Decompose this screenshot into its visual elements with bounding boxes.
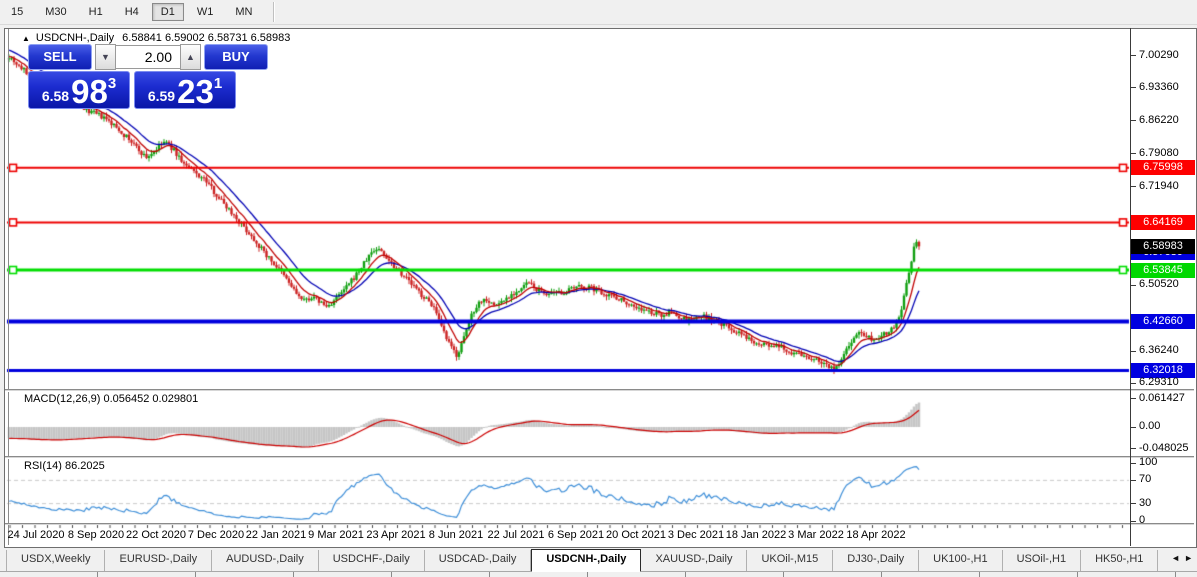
- price-tick-label: 6.50520: [1139, 278, 1179, 290]
- rsi-tick-dash: [1131, 463, 1136, 464]
- tab-scroll-left-icon[interactable]: ◄: [1171, 553, 1180, 563]
- bid-price-prefix: 6.58: [42, 88, 69, 104]
- price-tick-label: 6.29310: [1139, 376, 1179, 388]
- date-axis-label: 8 Jun 2021: [429, 529, 483, 541]
- rsi-tick-label: 100: [1139, 456, 1157, 468]
- date-axis-label: 24 Jul 2020: [8, 529, 65, 541]
- volume-input[interactable]: [116, 45, 180, 69]
- ask-price-pip: 1: [214, 75, 222, 92]
- date-axis-label: 18 Jan 2022: [726, 529, 787, 541]
- date-axis-label: 8 Sep 2020: [68, 529, 124, 541]
- price-tag-6.64169: 6.64169: [1131, 215, 1195, 230]
- tab-scroll-right-icon[interactable]: ►: [1184, 553, 1193, 563]
- chart-ohlc-values: 6.58841 6.59002 6.58731 6.58983: [122, 32, 290, 44]
- price-tick-dash: [1131, 186, 1136, 187]
- chart-tab-usdx[interactable]: USDX,Weekly: [6, 550, 105, 571]
- chart-tab-hk50-[interactable]: HK50-,H1: [1081, 550, 1158, 571]
- date-axis-label: 22 Jul 2021: [488, 529, 545, 541]
- price-tick-label: 6.71940: [1139, 180, 1179, 192]
- rsi-tick-dash: [1131, 521, 1136, 522]
- chart-tab-usdcad-[interactable]: USDCAD-,Daily: [425, 550, 532, 571]
- chart-header: ▲ USDCNH-,Daily 6.58841 6.59002 6.58731 6.…: [22, 32, 290, 44]
- date-axis-label: 3 Dec 2021: [668, 529, 724, 541]
- price-tick-label: 6.86220: [1139, 114, 1179, 126]
- price-tick-label: 6.79080: [1139, 147, 1179, 159]
- macd-tick-dash: [1131, 398, 1136, 399]
- price-tick-dash: [1131, 285, 1136, 286]
- rsi-tick-dash: [1131, 480, 1136, 481]
- price-tick-dash: [1131, 383, 1136, 384]
- chart-window-inner-border: [8, 29, 9, 545]
- macd-tick-dash: [1131, 448, 1136, 449]
- price-tick-label: 6.36240: [1139, 344, 1179, 356]
- macd-panel-separator[interactable]: [5, 389, 1194, 392]
- chart-tab-xauusd-[interactable]: XAUUSD-,Daily: [641, 550, 747, 571]
- volume-increase-button[interactable]: ▲: [180, 44, 201, 70]
- macd-tick-label: 0.061427: [1139, 392, 1185, 404]
- date-axis-separator: [5, 523, 1194, 525]
- date-axis-label: 3 Mar 2022: [788, 529, 844, 541]
- chart-tab-ukoil-[interactable]: UKOil-,M15: [747, 550, 833, 571]
- date-axis-label: 22 Jan 2021: [246, 529, 307, 541]
- chart-tab-audusd-[interactable]: AUDUSD-,Daily: [212, 550, 319, 571]
- ask-price-big: 23: [177, 77, 214, 107]
- price-tag-6.53845: 6.53845: [1131, 263, 1195, 278]
- price-tick-label: 7.00290: [1139, 49, 1179, 61]
- price-tick-dash: [1131, 120, 1136, 121]
- buy-button[interactable]: BUY: [204, 44, 268, 70]
- date-axis-label: 18 Apr 2022: [846, 529, 905, 541]
- price-tick-dash: [1131, 87, 1136, 88]
- mt4-platform: { "toolbar": { "items": ["15","M30","H1"…: [0, 0, 1197, 576]
- date-axis-label: 20 Oct 2021: [606, 529, 666, 541]
- chart-tab-usdchf-[interactable]: USDCHF-,Daily: [319, 550, 425, 571]
- bid-price-button[interactable]: 6.58983: [28, 71, 130, 109]
- chart-tab-usdcnh-[interactable]: USDCNH-,Daily: [531, 549, 641, 572]
- date-axis-label: 23 Apr 2021: [366, 529, 425, 541]
- date-axis-label: 9 Mar 2021: [308, 529, 364, 541]
- rsi-tick-label: 0: [1139, 514, 1145, 526]
- bid-price-big: 98: [71, 77, 108, 107]
- chart-tab-uk100-[interactable]: UK100-,H1: [919, 550, 1002, 571]
- macd-tick-label: 0.00: [1139, 420, 1160, 432]
- price-tag-6.75998: 6.75998: [1131, 160, 1195, 175]
- macd-tick-label: -0.048025: [1139, 442, 1189, 454]
- macd-tick-dash: [1131, 427, 1136, 428]
- date-axis-label: 22 Oct 2020: [126, 529, 186, 541]
- price-tag-6.42660: 6.42660: [1131, 314, 1195, 329]
- rsi-indicator-label: RSI(14) 86.2025: [24, 460, 105, 472]
- rsi-tick-label: 70: [1139, 473, 1151, 485]
- bid-price-pip: 3: [108, 75, 116, 92]
- macd-indicator-label: MACD(12,26,9) 0.056452 0.029801: [24, 393, 198, 405]
- ask-price-button[interactable]: 6.59231: [134, 71, 236, 109]
- rsi-panel-separator[interactable]: [5, 456, 1194, 459]
- rsi-tick-dash: [1131, 503, 1136, 504]
- chart-symbol-title: USDCNH-,Daily: [36, 32, 114, 44]
- sell-button[interactable]: SELL: [28, 44, 92, 70]
- rsi-tick-label: 30: [1139, 497, 1151, 509]
- tab-scroll-arrows: ◄►: [1171, 553, 1193, 563]
- collapse-icon[interactable]: ▲: [22, 34, 30, 43]
- volume-decrease-button[interactable]: ▼: [95, 44, 116, 70]
- price-tick-label: 6.93360: [1139, 81, 1179, 93]
- price-tick-dash: [1131, 153, 1136, 154]
- chart-tab-usoil-[interactable]: USOil-,H1: [1003, 550, 1082, 571]
- one-click-trade-panel: SELL ▼ ▲ BUY 6.58983 6.59231: [28, 44, 268, 109]
- date-axis-label: 6 Sep 2021: [548, 529, 604, 541]
- chart-tab-eurusd-[interactable]: EURUSD-,Daily: [105, 550, 212, 571]
- price-tick-dash: [1131, 351, 1136, 352]
- ask-price-prefix: 6.59: [148, 88, 175, 104]
- price-tick-dash: [1131, 55, 1136, 56]
- chart-tab-dj30-[interactable]: DJ30-,Daily: [833, 550, 919, 571]
- volume-spinner: ▼ ▲: [95, 44, 201, 70]
- price-axis-line: [1130, 28, 1131, 546]
- date-axis-label: 7 Dec 2020: [188, 529, 244, 541]
- price-tag-6.58983: 6.58983: [1131, 239, 1195, 254]
- chart-tab-bar: USDX,WeeklyEURUSD-,DailyAUDUSD-,DailyUSD…: [0, 548, 1197, 571]
